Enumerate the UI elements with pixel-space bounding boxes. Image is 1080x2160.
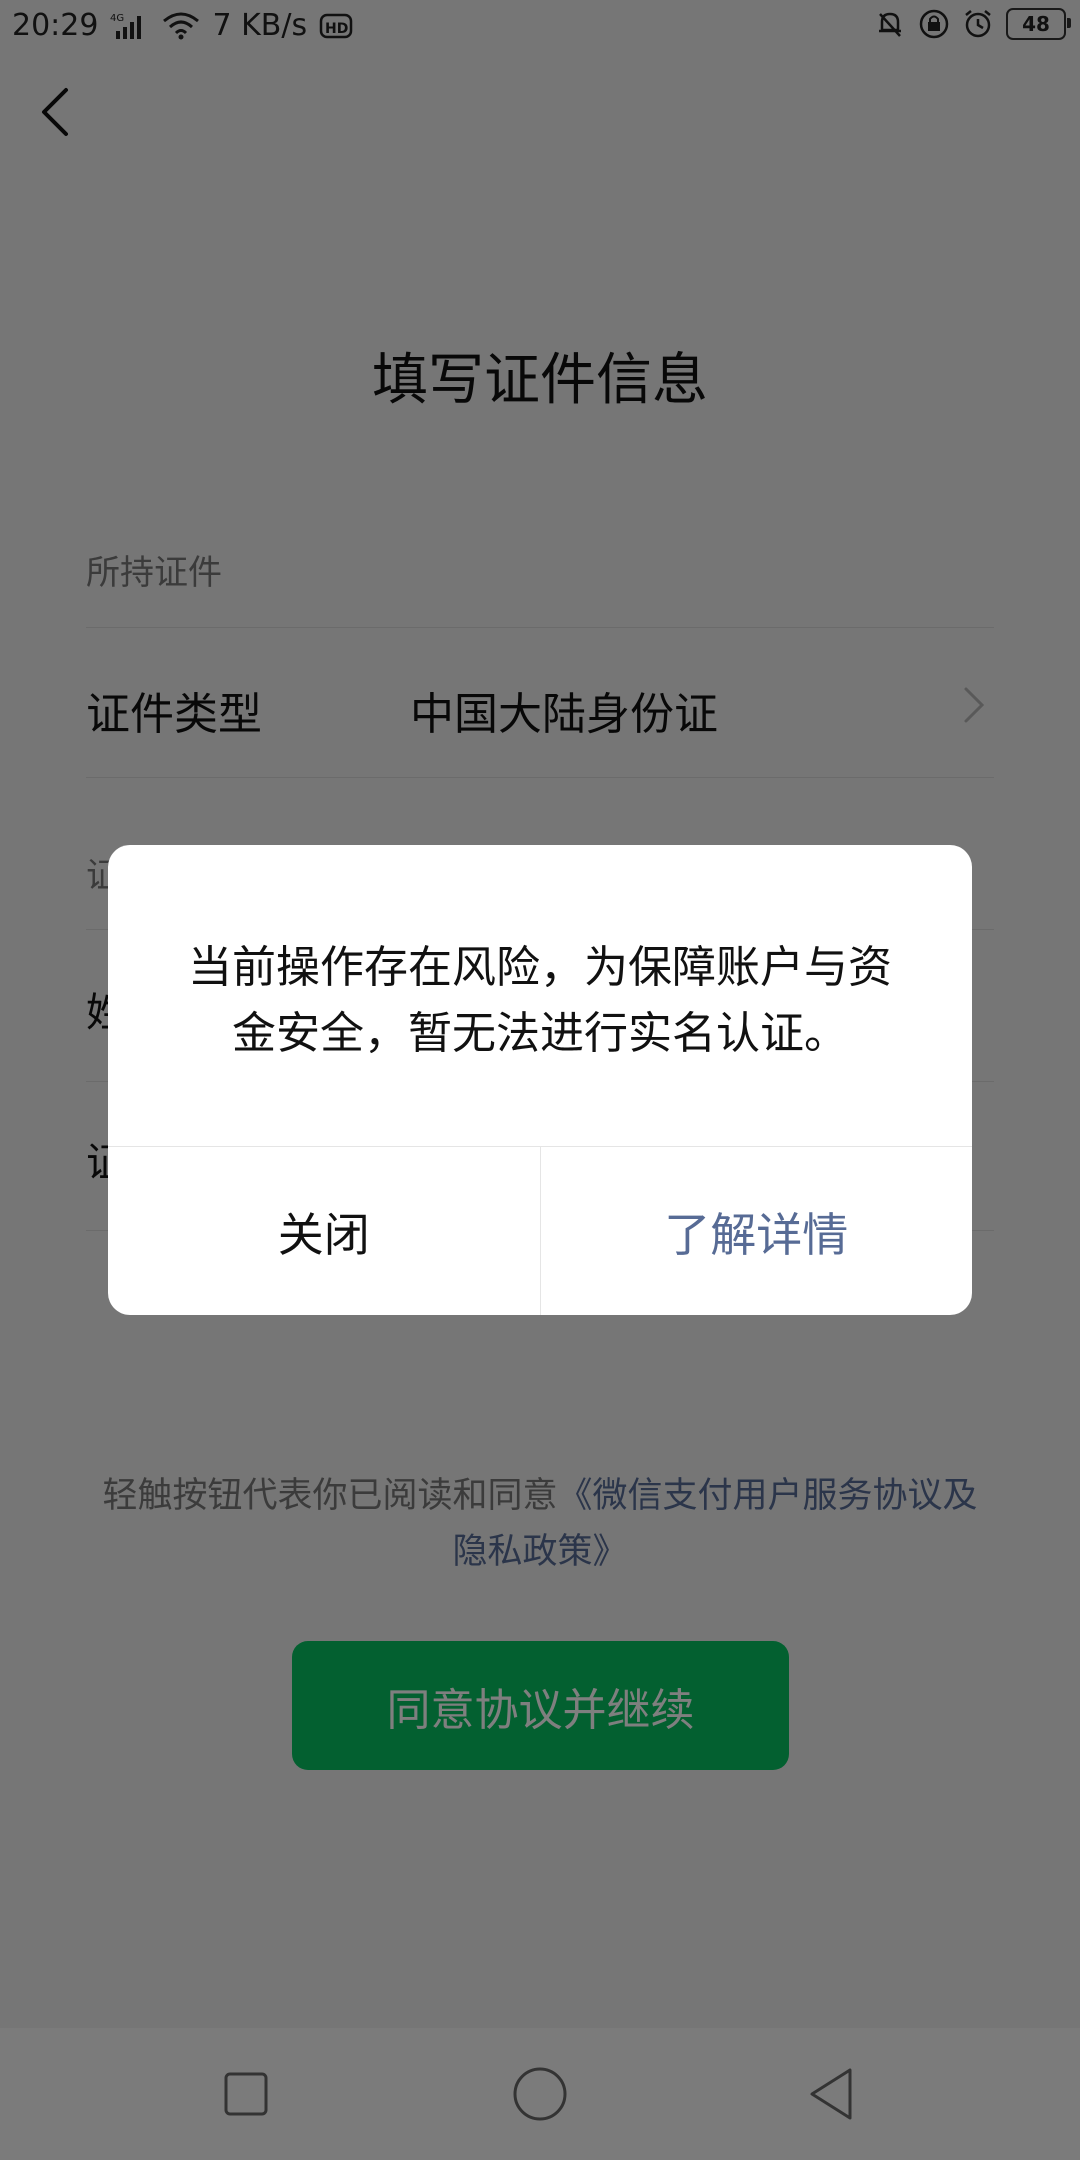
dialog-details-label: 了解详情 — [664, 1207, 849, 1262]
dialog-details-button[interactable]: 了解详情 — [541, 1147, 973, 1315]
dialog-close-label: 关闭 — [277, 1207, 370, 1262]
dialog-message: 当前操作存在风险，为保障账户与资金安全，暂无法进行实名认证。 — [188, 942, 892, 1059]
risk-dialog: 当前操作存在风险，为保障账户与资金安全，暂无法进行实名认证。 关闭 了解详情 — [108, 845, 972, 1315]
dialog-close-button[interactable]: 关闭 — [108, 1147, 541, 1315]
dialog-buttons: 关闭 了解详情 — [108, 1146, 972, 1315]
